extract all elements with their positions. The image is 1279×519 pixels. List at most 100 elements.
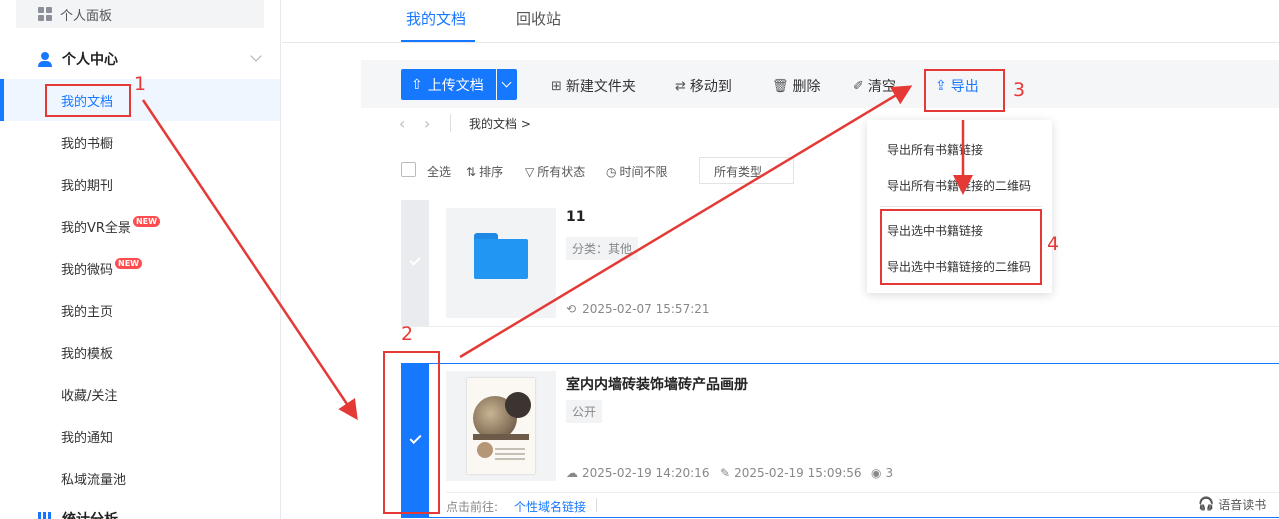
sidebar-item-vr[interactable]: 我的VR全景 NEW <box>61 215 160 236</box>
dashboard-icon <box>38 7 52 21</box>
status-filter[interactable]: ▽ 所有状态 <box>525 163 585 180</box>
clear-label: 清空 <box>867 79 896 95</box>
row-modified-time: ✎ 2025-02-19 15:09:56 <box>720 466 862 480</box>
back-arrow-icon[interactable]: ‹ <box>399 114 405 133</box>
row-visibility-tag: 公开 <box>566 400 603 423</box>
forward-arrow-icon[interactable]: › <box>424 114 430 133</box>
sidebar-item-label: 我的通知 <box>61 430 114 446</box>
sidebar-item-label: 我的微码 <box>61 262 114 278</box>
annotation-box-3 <box>924 69 1005 112</box>
time-filter[interactable]: ◷ 时间不限 <box>606 163 668 180</box>
folder-icon <box>474 233 528 279</box>
time-filter-label: 时间不限 <box>619 165 668 179</box>
new-folder-button[interactable]: ⊞ 新建文件夹 <box>551 76 636 96</box>
sidebar-item-bookshelf[interactable]: 我的书橱 <box>61 132 113 152</box>
book-cover-image <box>467 378 535 474</box>
annotation-number-1: 1 <box>134 73 147 95</box>
type-select[interactable]: 所有类型 <box>699 157 794 184</box>
upload-button[interactable]: ⇧ 上传文档 <box>401 69 496 100</box>
clear-button[interactable]: ✐ 清空 <box>853 76 896 96</box>
sidebar-item-journals[interactable]: 我的期刊 <box>61 174 113 194</box>
custom-domain-link[interactable]: 个性域名链接 <box>514 498 586 515</box>
eye-icon: ◉ <box>871 466 882 480</box>
row-category-tag: 分类：其他 <box>566 237 639 260</box>
sort-button[interactable]: ⇅ 排序 <box>466 163 503 180</box>
delete-button[interactable]: 🗑 删除 <box>772 76 821 96</box>
modified-time-value: 2025-02-07 15:57:21 <box>582 302 710 316</box>
new-folder-label: 新建文件夹 <box>565 79 636 95</box>
tab-recycle-bin[interactable]: 回收站 <box>516 8 561 29</box>
sidebar-item-templates[interactable]: 我的模板 <box>61 342 113 362</box>
sidebar-panel-item[interactable]: 个人面板 <box>16 0 264 28</box>
upload-icon: ⇧ <box>411 76 423 93</box>
breadcrumb[interactable]: 我的文档 > <box>469 115 531 132</box>
annotation-number-4: 4 <box>1047 233 1060 255</box>
move-to-button[interactable]: ⇄ 移动到 <box>675 76 732 96</box>
row-title[interactable]: 室内内墙砖装饰墙砖产品画册 <box>566 374 748 394</box>
row-upload-time: ☁ 2025-02-19 14:20:16 <box>566 466 709 480</box>
row-footer-divider <box>446 492 1279 493</box>
sidebar-item-homepage[interactable]: 我的主页 <box>61 300 113 320</box>
footer-divider <box>596 498 597 512</box>
folder-plus-icon: ⊞ <box>551 78 562 94</box>
new-badge: NEW <box>132 215 160 227</box>
voice-read-button[interactable]: 🎧 语音读书 <box>1198 496 1266 513</box>
upload-cloud-icon: ☁ <box>566 466 578 480</box>
upload-label: 上传文档 <box>427 77 484 94</box>
sidebar-group-statistics[interactable]: 统计分析 <box>38 509 118 519</box>
delete-label: 删除 <box>792 79 821 95</box>
menu-item-export-all-qrcodes[interactable]: 导出所有书籍链接的二维码 <box>887 177 1031 194</box>
tabs-divider <box>282 42 1279 43</box>
menu-item-export-all-links[interactable]: 导出所有书籍链接 <box>887 141 983 158</box>
sort-label: 排序 <box>479 165 504 179</box>
edit-time-icon: ⟲ <box>566 302 577 316</box>
sidebar-item-label: 我的模板 <box>61 346 114 362</box>
sidebar-item-favorites[interactable]: 收藏/关注 <box>61 384 117 404</box>
sidebar-item-notifications[interactable]: 我的通知 <box>61 426 113 446</box>
sidebar-item-label: 我的主页 <box>61 304 114 320</box>
menu-divider <box>880 206 1042 207</box>
sidebar-item-label: 我的VR全景 <box>61 220 131 236</box>
sidebar-item-label: 我的书橱 <box>61 136 114 152</box>
user-icon <box>38 51 52 67</box>
check-icon <box>409 254 421 266</box>
select-all-checkbox[interactable] <box>401 162 416 177</box>
filter-icon: ▽ <box>525 164 535 179</box>
sidebar-panel-label: 个人面板 <box>60 8 113 24</box>
annotation-number-3: 3 <box>1013 79 1026 101</box>
edit-icon: ✎ <box>720 466 731 480</box>
tab-my-documents[interactable]: 我的文档 <box>406 8 466 29</box>
upload-time-value: 2025-02-19 14:20:16 <box>582 466 710 480</box>
sidebar-item-private-traffic[interactable]: 私域流量池 <box>61 468 126 488</box>
trash-icon: 🗑 <box>772 78 789 94</box>
app-root: 个人面板 个人中心 我的文档 我的书橱 我的期刊 我的VR全景 NEW 我的微码 N… <box>0 0 1279 519</box>
breadcrumb-divider <box>450 114 451 132</box>
bar-chart-icon <box>38 512 52 519</box>
annotation-box-4 <box>880 209 1042 285</box>
sidebar-item-label: 我的期刊 <box>61 178 114 194</box>
row-title[interactable]: 11 <box>566 209 585 225</box>
clock-icon: ◷ <box>606 164 617 179</box>
sort-icon: ⇅ <box>466 164 477 179</box>
view-count-value: 3 <box>885 466 894 480</box>
sidebar-group-personal-center[interactable]: 个人中心 <box>38 48 264 70</box>
annotation-box-1 <box>45 84 131 117</box>
sidebar-item-label: 收藏/关注 <box>61 388 118 404</box>
new-badge: NEW <box>115 257 142 269</box>
sidebar-active-indicator <box>0 79 4 121</box>
eraser-icon: ✐ <box>853 78 864 94</box>
headphones-icon: 🎧 <box>1198 497 1215 512</box>
modified-time-value: 2025-02-19 15:09:56 <box>734 466 862 480</box>
status-filter-label: 所有状态 <box>537 165 586 179</box>
chevron-up-icon <box>250 50 262 62</box>
row-checkbox[interactable] <box>401 200 429 326</box>
row-view-count: ◉ 3 <box>871 466 893 480</box>
annotation-number-2: 2 <box>401 323 414 345</box>
upload-dropdown-button[interactable] <box>497 69 517 100</box>
sidebar-group-label: 统计分析 <box>62 509 118 519</box>
swap-icon: ⇄ <box>675 78 686 94</box>
annotation-box-2 <box>383 351 440 514</box>
sidebar-item-label: 私域流量池 <box>61 472 127 488</box>
sidebar-item-microcode[interactable]: 我的微码 NEW <box>61 257 142 278</box>
select-all-label[interactable]: 全选 <box>427 163 451 180</box>
